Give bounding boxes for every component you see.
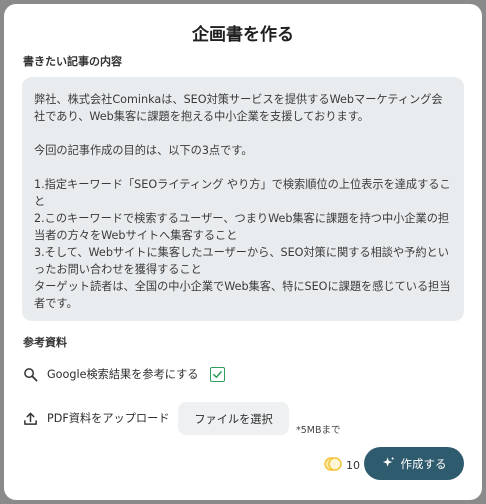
select-file-button[interactable]: ファイルを選択 (178, 402, 289, 435)
credit-cost: 10 (324, 456, 360, 475)
google-option-label: Google検索結果を参考にする (47, 368, 199, 381)
google-option-checkbox[interactable] (210, 366, 226, 382)
article-content-textarea[interactable]: 弊社、株式会社Cominkaは、SEO対策サービスを提供するWebマーケティング… (22, 77, 464, 321)
file-size-note: *5MBまで (296, 425, 341, 436)
coin-icon (324, 456, 342, 475)
create-button-label: 作成する (400, 456, 447, 471)
credit-count: 10 (346, 459, 360, 472)
dialog-title: 企画書を作る (192, 25, 294, 45)
sparkle-icon (382, 456, 395, 472)
create-button[interactable]: 作成する (364, 447, 464, 480)
pdf-upload-label: PDF資料をアップロード (47, 412, 170, 425)
content-label: 書きたい記事の内容 (23, 55, 122, 68)
search-icon (23, 367, 38, 382)
references-label: 参考資料 (23, 336, 67, 349)
create-proposal-dialog: 企画書を作る 書きたい記事の内容 弊社、株式会社Cominkaは、SEO対策サー… (4, 4, 482, 500)
upload-icon (23, 411, 38, 426)
google-reference-option[interactable]: Google検索結果を参考にする (23, 366, 226, 382)
check-icon (213, 370, 223, 378)
pdf-upload-row: PDF資料をアップロード (23, 410, 169, 426)
